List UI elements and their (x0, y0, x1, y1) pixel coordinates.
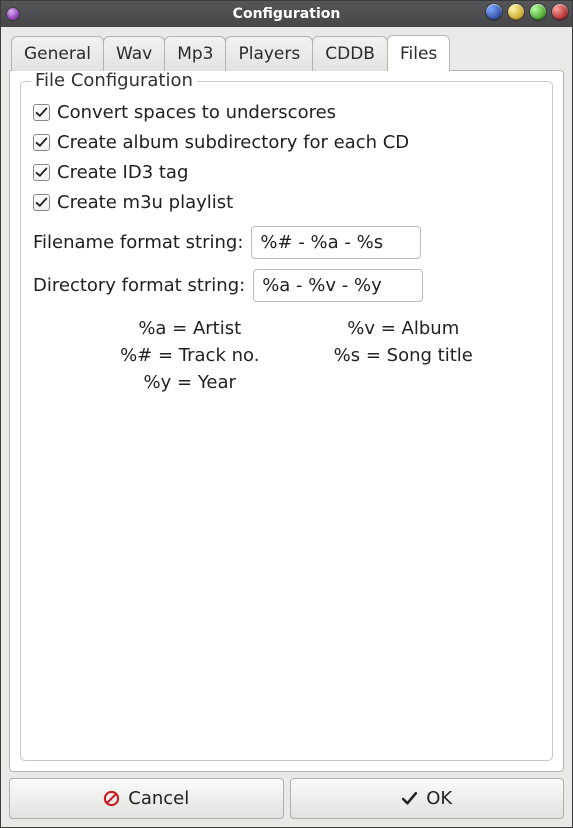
ok-icon (401, 790, 418, 807)
tab-files[interactable]: Files (387, 35, 450, 70)
tab-mp3[interactable]: Mp3 (164, 36, 226, 71)
option-label: Create album subdirectory for each CD (57, 132, 409, 153)
check-icon (35, 196, 48, 209)
titlebar: Configuration (1, 1, 572, 27)
option-m3u-playlist[interactable]: Create m3u playlist (33, 188, 540, 218)
legend-track: %# = Track no. (83, 345, 297, 366)
ok-button[interactable]: OK (290, 778, 565, 819)
check-icon (35, 136, 48, 149)
filename-format-input[interactable] (251, 226, 421, 259)
cancel-label: Cancel (128, 788, 189, 809)
directory-format-label: Directory format string: (33, 275, 245, 296)
cancel-button[interactable]: Cancel (9, 778, 284, 819)
option-label: Create m3u playlist (57, 192, 233, 213)
directory-format-input[interactable] (253, 269, 423, 302)
file-configuration-group: File Configuration Convert spaces to und… (20, 81, 553, 761)
option-album-subdir[interactable]: Create album subdirectory for each CD (33, 128, 540, 158)
tab-bar: General Wav Mp3 Players CDDB Files (9, 35, 564, 70)
option-convert-spaces[interactable]: Convert spaces to underscores (33, 98, 540, 128)
filename-format-row: Filename format string: (33, 218, 540, 261)
tab-players[interactable]: Players (225, 36, 313, 71)
checkbox-icon (33, 194, 50, 211)
group-legend: File Configuration (31, 70, 197, 91)
ok-label: OK (426, 788, 452, 809)
format-legend: %a = Artist %v = Album %# = Track no. %s… (33, 318, 540, 393)
filename-format-label: Filename format string: (33, 232, 243, 253)
tab-page-files: File Configuration Convert spaces to und… (9, 70, 564, 772)
directory-format-row: Directory format string: (33, 261, 540, 304)
checkbox-icon (33, 164, 50, 181)
tab-cddb[interactable]: CDDB (312, 36, 388, 71)
legend-artist: %a = Artist (83, 318, 297, 339)
minimize-button[interactable] (486, 4, 502, 20)
client-area: General Wav Mp3 Players CDDB Files File … (1, 27, 572, 827)
shade-button[interactable] (508, 4, 524, 20)
option-label: Convert spaces to underscores (57, 102, 336, 123)
check-icon (35, 106, 48, 119)
tab-general[interactable]: General (11, 36, 104, 71)
legend-year: %y = Year (83, 372, 297, 393)
window-controls (486, 4, 568, 20)
check-icon (35, 166, 48, 179)
option-label: Create ID3 tag (57, 162, 188, 183)
legend-song: %s = Song title (297, 345, 511, 366)
cancel-icon (103, 790, 120, 807)
legend-empty (297, 372, 511, 393)
maximize-button[interactable] (530, 4, 546, 20)
legend-album: %v = Album (297, 318, 511, 339)
window: Configuration General Wav Mp3 Players CD… (0, 0, 573, 828)
close-button[interactable] (552, 4, 568, 20)
tab-wav[interactable]: Wav (103, 36, 165, 71)
dialog-buttons: Cancel OK (9, 772, 564, 819)
checkbox-icon (33, 134, 50, 151)
option-id3-tag[interactable]: Create ID3 tag (33, 158, 540, 188)
checkbox-icon (33, 104, 50, 121)
